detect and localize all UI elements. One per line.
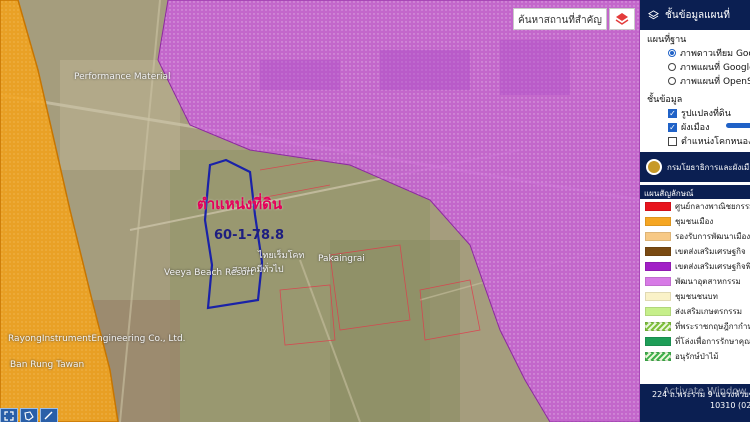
legend-swatch [645,232,671,241]
legend-item: อนุรักษ์ป่าไม้ [640,349,750,364]
legend-item: รองรับการพัฒนาเมือง [640,229,750,244]
radio-button[interactable] [668,77,676,85]
legend-list: ศูนย์กลางพาณิชยกรรมชุมชนเมืองรองรับการพั… [640,199,750,364]
legend-swatch [645,307,671,316]
basemap-option-google-map[interactable]: ภาพแผนที่ Google [640,60,750,74]
legend-label: รองรับการพัฒนาเมือง [675,232,750,241]
ruler-button[interactable] [40,408,58,422]
basemap-option-google-satellite[interactable]: ภาพดาวเทียม Google [640,46,750,60]
legend-item: ชุมชนเมือง [640,214,750,229]
layers-toggle-button[interactable] [609,8,635,30]
draw-button[interactable] [20,408,38,422]
satellite-basemap [0,0,640,422]
legend-item: ศูนย์กลางพาณิชยกรรม [640,199,750,214]
legend-label: ศูนย์กลางพาณิชยกรรม [675,202,750,211]
radio-button[interactable] [668,63,676,71]
legend-label: ที่พระราชกฤษฎีกากำหนด [675,322,750,331]
layer-option-label: ตำแหน่งโคกหนองนา [681,137,750,147]
legend-item: ส่งเสริมเกษตรกรรม [640,304,750,319]
legend-swatch [645,217,671,226]
legend-label: อนุรักษ์ป่าไม้ [675,352,719,361]
layers-icon [648,9,659,19]
opacity-slider[interactable] [726,123,750,128]
layers-section-title: ชั้นข้อมูล [647,95,683,105]
legend-swatch [645,292,671,301]
legend-item: เขตส่งเสริมเศรษฐกิจ [640,244,750,259]
place-label: Pakaingrai [318,254,365,264]
legend-item: ที่โล่งเพื่อการรักษาคุณภาพ [640,334,750,349]
parcel-code-label: 60-1-78.8 [214,228,285,243]
expand-icon [4,411,14,421]
place-label: Performance Material [74,72,171,82]
legend-label: ชุมชนเมือง [675,217,714,226]
legend-label: ชุมชนชนบท [675,292,718,301]
department-seal-icon [646,159,662,175]
layers-icon [615,13,629,25]
legend-label: เขตส่งเสริมเศรษฐกิจพิเศษ [675,262,750,271]
parcel-title-label: ตำแหน่งที่ดิน [197,195,283,213]
legend-swatch [645,202,671,211]
layer-option-label: รูปแปลงที่ดิน [681,109,731,119]
place-label: Ban Rung Tawan [10,360,85,370]
place-label: Veeya Beach Resort [164,268,254,278]
place-label: RayongInstrumentEngineering Co., Ltd. [8,334,186,344]
basemap-option-label: ภาพแผนที่ OpenStreet [680,77,750,87]
layer-panel-header: ชั้นข้อมูลแผนที่ [640,0,750,30]
legend-item: เขตส่งเสริมเศรษฐกิจพิเศษ [640,259,750,274]
legend-swatch [645,247,671,256]
legend-swatch [645,322,671,331]
radio-button[interactable] [668,49,676,57]
legend-label: ส่งเสริมเกษตรกรรม [675,307,743,316]
department-banner: กรมโยธาธิการและผังเมือง [640,152,750,182]
layer-option-label: ผังเมือง [681,123,710,133]
basemap-section-title: แผนที่ฐาน [647,35,687,45]
layer-panel: ชั้นข้อมูลแผนที่ แผนที่ฐาน ภาพดาวเทียม G… [640,0,750,422]
ruler-icon [44,411,53,420]
checkbox[interactable] [668,136,677,146]
map-view[interactable]: Performance Material ไทยเร็มโคท สารเคมีท… [0,0,640,422]
department-name: กรมโยธาธิการและผังเมือง [667,162,750,172]
legend-swatch [645,337,671,346]
draw-icon [24,411,34,421]
basemap-option-openstreetmap[interactable]: ภาพแผนที่ OpenStreet [640,74,750,88]
checkbox[interactable]: ✓ [668,122,677,132]
layer-option-parcels[interactable]: ✓ รูปแปลงที่ดิน [640,106,750,120]
place-label: ไทยเร็มโคท [258,251,305,261]
legend-swatch [645,277,671,286]
footer-line: 10310 (02- [710,401,750,410]
legend-item: พัฒนาอุตสาหกรรม [640,274,750,289]
legend-label: เขตส่งเสริมเศรษฐกิจ [675,247,746,256]
layer-option-khok-nong-na[interactable]: ตำแหน่งโคกหนองนา [640,134,750,148]
legend-swatch [645,352,671,361]
legend-label: พัฒนาอุตสาหกรรม [675,277,741,286]
legend-item: ชุมชนชนบท [640,289,750,304]
legend-swatch [645,262,671,271]
expand-button[interactable] [0,408,18,422]
place-search-input[interactable]: ค้นหาสถานที่สำคัญ [513,8,607,30]
legend-title: แผนสัญลักษณ์ [640,185,750,199]
windows-activation-watermark: Activate Window [663,386,747,397]
map-toolbar [0,408,58,422]
checkbox[interactable]: ✓ [668,108,677,118]
basemap-option-label: ภาพดาวเทียม Google [680,49,750,59]
legend-label: ที่โล่งเพื่อการรักษาคุณภาพ [675,337,750,346]
layer-panel-title: ชั้นข้อมูลแผนที่ [665,9,730,21]
basemap-option-label: ภาพแผนที่ Google [680,63,750,73]
legend-item: ที่พระราชกฤษฎีกากำหนด [640,319,750,334]
